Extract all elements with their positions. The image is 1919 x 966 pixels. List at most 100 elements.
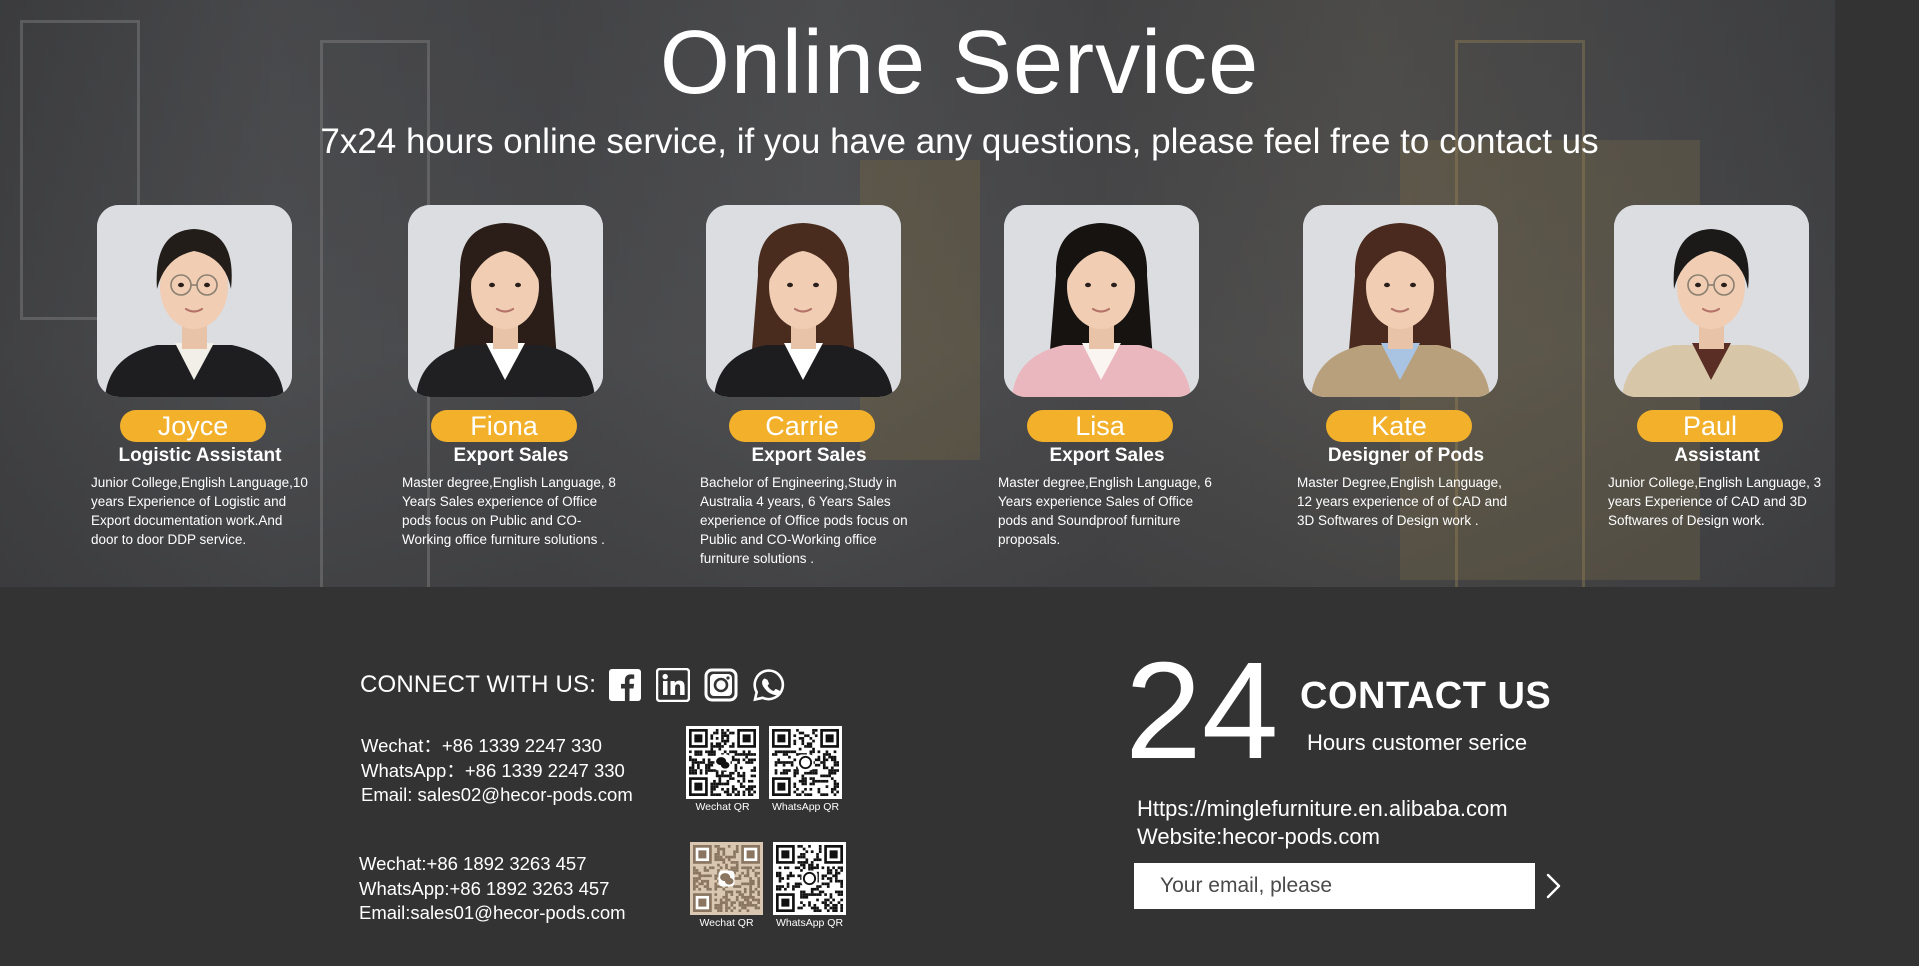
wechat-number[interactable]: Wechat:+86 1892 3263 457 [359, 852, 626, 877]
qr-module [737, 779, 740, 783]
qr-module [735, 861, 739, 864]
qr-module [812, 769, 815, 772]
qr-module [832, 906, 835, 910]
qr-module [780, 750, 783, 754]
wechat-number[interactable]: Wechat：+86 1339 2247 330 [361, 734, 633, 759]
submit-arrow-icon[interactable] [1540, 871, 1566, 901]
qr-module [710, 734, 714, 738]
contact-us-subtitle: Hours customer serice [1307, 730, 1528, 755]
qr-module [695, 871, 699, 875]
email-address[interactable]: Email:sales01@hecor-pods.com [359, 901, 626, 926]
qr-module [729, 774, 732, 778]
qr-module [805, 861, 809, 864]
connect-with-us: CONNECT WITH US: [360, 668, 800, 702]
qr-module [721, 771, 724, 775]
qr-module [824, 903, 827, 907]
qr-module [729, 777, 732, 780]
whatsapp-icon[interactable] [752, 668, 786, 702]
qr-module [808, 901, 811, 904]
qr-module [774, 769, 778, 772]
qr-module [809, 750, 813, 754]
qr-module [691, 769, 695, 772]
qr-module [822, 758, 826, 762]
qr-module [731, 755, 735, 759]
qr-module [702, 761, 706, 764]
qr-module [814, 758, 818, 762]
qr-module [719, 906, 723, 910]
qr-module [737, 793, 740, 796]
qr-module [737, 790, 740, 794]
eye [489, 282, 495, 288]
email-address[interactable]: Email: sales02@hecor-pods.com [361, 783, 633, 808]
contact-us-title: CONTACT US [1300, 675, 1552, 717]
linkedin-icon[interactable] [656, 668, 691, 702]
qr-module [796, 787, 799, 791]
qr-module [735, 877, 739, 880]
qr-module [730, 855, 734, 859]
qr-module [778, 879, 782, 883]
alibaba-link[interactable]: Https://minglefurniture.en.alibaba.com [1137, 795, 1508, 823]
qr-module [746, 874, 750, 878]
qr-module [743, 874, 747, 878]
qr-module [821, 877, 825, 880]
qr-module [757, 906, 760, 910]
website-link[interactable]: Website:hecor-pods.com [1137, 823, 1508, 851]
qr-module [713, 787, 716, 791]
qr-module [800, 855, 803, 859]
instagram-icon[interactable] [704, 668, 738, 702]
qr-module [735, 869, 739, 872]
qr-module [709, 866, 712, 870]
qr-module [749, 890, 752, 894]
qr-module [753, 769, 756, 772]
member-description: Master Degree,English Language, 12 years… [1297, 475, 1508, 528]
qr-module [825, 785, 829, 788]
qr-module [813, 906, 817, 910]
qr-module [757, 871, 760, 875]
qr-module [776, 887, 779, 891]
qr-module [723, 734, 727, 738]
qr-module [794, 882, 798, 886]
qr-module [721, 737, 724, 740]
qr-module [727, 858, 731, 862]
qr-module [802, 866, 806, 870]
qr-module [725, 890, 728, 894]
qr-module [793, 734, 797, 738]
qr-module [709, 874, 712, 878]
qr-module [800, 890, 803, 894]
qr-module [798, 737, 802, 740]
qr-module [774, 750, 778, 754]
qr-module [840, 879, 843, 883]
qr-module [718, 793, 722, 796]
facebook-icon[interactable] [608, 668, 642, 702]
qr-module [737, 758, 740, 762]
qr-module [714, 882, 718, 886]
qr-module [818, 909, 822, 912]
qr-module [754, 874, 758, 878]
qr-module [757, 882, 760, 886]
qr-module [751, 898, 755, 902]
qr-module [757, 885, 760, 888]
whatsapp-number[interactable]: WhatsApp:+86 1892 3263 457 [359, 877, 626, 902]
qr-module [725, 866, 728, 870]
qr-module [829, 895, 833, 899]
qr-module [832, 866, 835, 870]
email-input[interactable] [1134, 863, 1535, 909]
whatsapp-number[interactable]: WhatsApp：+86 1339 2247 330 [361, 759, 633, 784]
qr-module [801, 790, 805, 794]
qr-module [757, 866, 760, 870]
qr-module [710, 763, 714, 767]
qr-module [820, 774, 823, 778]
qr-module [778, 871, 782, 875]
qr-module [745, 753, 748, 756]
qr-module [729, 750, 732, 754]
qr-module [814, 734, 818, 738]
qr-module [833, 763, 837, 767]
qr-module [742, 774, 746, 778]
qr-module [800, 853, 803, 856]
qr-module [694, 753, 698, 756]
qr-module [699, 769, 703, 772]
qr-module [834, 903, 838, 907]
qr-module [713, 750, 716, 754]
qr-module [790, 761, 794, 764]
qr-module [792, 874, 795, 878]
